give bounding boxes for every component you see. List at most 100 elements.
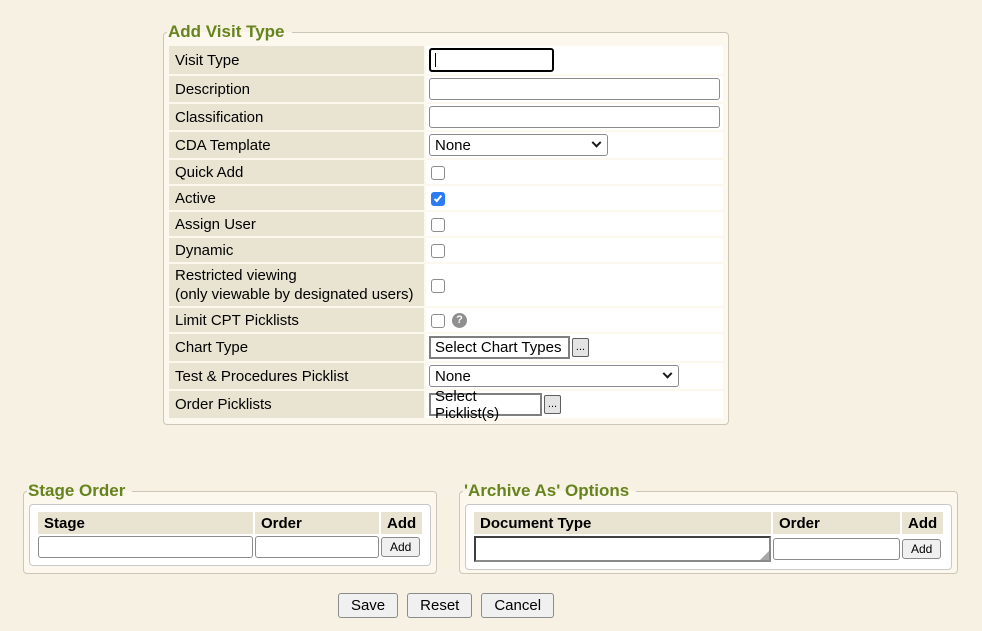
archive-add-cell: Add bbox=[902, 536, 943, 562]
stage-order-legend: Stage Order bbox=[27, 481, 132, 501]
stage-input-cell bbox=[38, 536, 253, 558]
row-test-procedures-picklist: Test & Procedures Picklist None bbox=[169, 363, 723, 389]
cda-template-label: CDA Template bbox=[169, 132, 424, 158]
archive-add-button[interactable]: Add bbox=[902, 539, 941, 559]
test-procedures-picklist-value-cell: None bbox=[426, 363, 723, 389]
restricted-viewing-label: Restricted viewing (only viewable by des… bbox=[169, 264, 424, 306]
row-description: Description bbox=[169, 76, 723, 102]
archive-order-input-cell bbox=[773, 536, 900, 562]
document-type-input[interactable] bbox=[474, 536, 771, 562]
limit-cpt-picklists-checkbox[interactable] bbox=[431, 314, 445, 328]
description-label: Description bbox=[169, 76, 424, 102]
archive-add-column-header: Add bbox=[902, 512, 943, 534]
save-button[interactable]: Save bbox=[338, 593, 398, 618]
quick-add-checkbox[interactable] bbox=[431, 166, 445, 180]
limit-cpt-picklists-value-cell: ? bbox=[426, 308, 723, 332]
row-cda-template: CDA Template None bbox=[169, 132, 723, 158]
add-visit-type-section: Add Visit Type Visit Type Description Cl… bbox=[163, 22, 729, 425]
order-picklists-browse-button[interactable]: ... bbox=[544, 395, 561, 414]
restricted-viewing-value-cell bbox=[426, 264, 723, 306]
stage-order-table: Stage Order Add Add bbox=[36, 510, 424, 560]
dynamic-checkbox[interactable] bbox=[431, 244, 445, 258]
row-chart-type: Chart Type Select Chart Types... bbox=[169, 334, 723, 361]
row-restricted-viewing: Restricted viewing (only viewable by des… bbox=[169, 264, 723, 306]
text-caret-icon bbox=[435, 53, 436, 67]
row-limit-cpt-picklists: Limit CPT Picklists ? bbox=[169, 308, 723, 332]
restricted-viewing-label-line1: Restricted viewing bbox=[175, 266, 418, 285]
stage-order-input[interactable] bbox=[255, 536, 379, 558]
checkmark-icon bbox=[434, 193, 442, 202]
form-action-bar: Save Reset Cancel bbox=[163, 593, 729, 618]
add-column-header: Add bbox=[381, 512, 422, 534]
classification-value-cell bbox=[426, 104, 723, 130]
stage-order-header-row: Stage Order Add bbox=[38, 512, 422, 534]
stage-add-button[interactable]: Add bbox=[381, 537, 420, 557]
stage-input[interactable] bbox=[38, 536, 253, 558]
chevron-down-icon bbox=[663, 368, 673, 378]
order-picklists-field[interactable]: Select Picklist(s) bbox=[429, 393, 542, 416]
archive-as-options-legend: 'Archive As' Options bbox=[463, 481, 636, 501]
restricted-viewing-label-line2: (only viewable by designated users) bbox=[175, 285, 418, 304]
chevron-down-icon bbox=[592, 137, 602, 147]
visit-type-value-cell bbox=[426, 46, 723, 74]
classification-label: Classification bbox=[169, 104, 424, 130]
dynamic-label: Dynamic bbox=[169, 238, 424, 262]
row-assign-user: Assign User bbox=[169, 212, 723, 236]
classification-input[interactable] bbox=[429, 106, 720, 128]
document-type-column-header: Document Type bbox=[474, 512, 771, 534]
row-visit-type: Visit Type bbox=[169, 46, 723, 74]
order-picklists-label: Order Picklists bbox=[169, 391, 424, 418]
stage-order-input-cell bbox=[255, 536, 379, 558]
limit-cpt-picklists-label: Limit CPT Picklists bbox=[169, 308, 424, 332]
stage-order-section: Stage Order Stage Order Add Add bbox=[23, 481, 437, 574]
active-checkbox[interactable] bbox=[431, 192, 445, 206]
stage-column-header: Stage bbox=[38, 512, 253, 534]
visit-type-form: Visit Type Description Classification CD… bbox=[167, 44, 725, 420]
stage-order-panel: Stage Order Add Add bbox=[29, 504, 431, 566]
stage-order-input-row: Add bbox=[38, 536, 422, 558]
test-procedures-picklist-select[interactable]: None bbox=[429, 365, 679, 387]
order-picklists-value-cell: Select Picklist(s)... bbox=[426, 391, 723, 418]
quick-add-label: Quick Add bbox=[169, 160, 424, 184]
archive-order-input[interactable] bbox=[773, 538, 900, 560]
assign-user-value-cell bbox=[426, 212, 723, 236]
cancel-button[interactable]: Cancel bbox=[481, 593, 554, 618]
chart-type-label: Chart Type bbox=[169, 334, 424, 361]
chart-type-value-cell: Select Chart Types... bbox=[426, 334, 723, 361]
active-label: Active bbox=[169, 186, 424, 210]
row-order-picklists: Order Picklists Select Picklist(s)... bbox=[169, 391, 723, 418]
document-type-input-cell bbox=[474, 536, 771, 562]
visit-type-label: Visit Type bbox=[169, 46, 424, 74]
row-classification: Classification bbox=[169, 104, 723, 130]
cda-template-value-cell: None bbox=[426, 132, 723, 158]
cda-template-select[interactable]: None bbox=[429, 134, 608, 156]
active-value-cell bbox=[426, 186, 723, 210]
assign-user-label: Assign User bbox=[169, 212, 424, 236]
row-dynamic: Dynamic bbox=[169, 238, 723, 262]
dynamic-value-cell bbox=[426, 238, 723, 262]
assign-user-checkbox[interactable] bbox=[431, 218, 445, 232]
test-procedures-selected-option: None bbox=[435, 368, 471, 385]
reset-button[interactable]: Reset bbox=[407, 593, 472, 618]
restricted-viewing-checkbox[interactable] bbox=[431, 279, 445, 293]
row-active: Active bbox=[169, 186, 723, 210]
chart-type-field[interactable]: Select Chart Types bbox=[429, 336, 570, 359]
description-value-cell bbox=[426, 76, 723, 102]
order-column-header: Order bbox=[255, 512, 379, 534]
add-visit-type-legend: Add Visit Type bbox=[167, 22, 292, 42]
archive-as-panel: Document Type Order Add Add bbox=[465, 504, 952, 570]
test-procedures-picklist-label: Test & Procedures Picklist bbox=[169, 363, 424, 389]
chart-type-browse-button[interactable]: ... bbox=[572, 338, 589, 357]
archive-as-input-row: Add bbox=[474, 536, 943, 562]
description-input[interactable] bbox=[429, 78, 720, 100]
cda-template-selected-option: None bbox=[435, 137, 471, 154]
archive-as-table: Document Type Order Add Add bbox=[472, 510, 945, 564]
archive-as-header-row: Document Type Order Add bbox=[474, 512, 943, 534]
stage-add-cell: Add bbox=[381, 536, 422, 558]
archive-as-options-section: 'Archive As' Options Document Type Order… bbox=[459, 481, 958, 574]
quick-add-value-cell bbox=[426, 160, 723, 184]
visit-type-input[interactable] bbox=[429, 48, 554, 72]
help-icon[interactable]: ? bbox=[452, 313, 467, 328]
resize-grip-icon bbox=[760, 551, 769, 560]
archive-order-column-header: Order bbox=[773, 512, 900, 534]
